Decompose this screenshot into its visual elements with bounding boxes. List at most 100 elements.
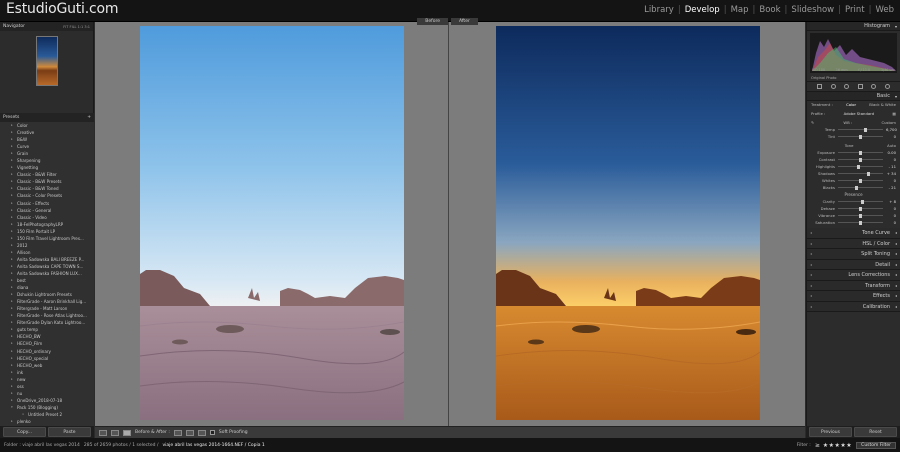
slider-track[interactable] <box>838 206 883 211</box>
module-web[interactable]: Web <box>871 5 898 15</box>
after-view[interactable]: After <box>451 18 805 426</box>
slider-value[interactable]: 0 <box>886 213 896 218</box>
navigator-thumbnail[interactable] <box>35 36 58 86</box>
histogram-header[interactable]: Histogram <box>807 22 900 31</box>
add-preset-icon[interactable]: + <box>87 115 91 120</box>
preset-folder[interactable]: Pack 150 (Blogging) <box>0 404 94 411</box>
slider-value[interactable]: + 8 <box>886 199 896 204</box>
slider-value[interactable]: 0 <box>886 134 896 139</box>
panel-split-toning[interactable]: Split Toning <box>807 249 900 260</box>
preset-folder[interactable]: Anita Sadowska FASHION LUX... <box>0 270 94 277</box>
histogram[interactable]: ISO 100 16 mm f / 11.0 1/40 sec <box>810 33 897 73</box>
current-filename[interactable]: viaje abril las vegas 2014-1664.NEF / Co… <box>162 443 264 448</box>
preset-folder[interactable]: Dshukin Lightroom Presets <box>0 291 94 298</box>
loupe-view-icon[interactable] <box>99 429 107 436</box>
before-view[interactable]: Before <box>95 18 449 426</box>
preset-folder[interactable]: FilterGrade - Aaron Brinkhall Lig... <box>0 298 94 305</box>
slider-handle[interactable] <box>866 171 870 176</box>
preset-folder[interactable]: Classic - B&W Filter <box>0 171 94 178</box>
preset-folder[interactable]: 18-FelPhotographyLRP <box>0 221 94 228</box>
module-map[interactable]: Map <box>727 5 753 15</box>
slider-track[interactable] <box>838 157 883 162</box>
slider-track[interactable] <box>838 220 883 225</box>
slider-track[interactable] <box>838 127 883 132</box>
preset-folder[interactable]: HECHO_special <box>0 355 94 362</box>
slider-value[interactable]: - 11 <box>886 164 896 169</box>
swap-before-after-icon[interactable] <box>173 429 182 436</box>
slider-handle[interactable] <box>860 199 864 204</box>
module-develop[interactable]: Develop <box>681 5 724 15</box>
panel-calibration[interactable]: Calibration <box>807 301 900 312</box>
preset-folder[interactable]: HECHO_web <box>0 362 94 369</box>
module-book[interactable]: Book <box>755 5 784 15</box>
preset-folder[interactable]: Classic - Effects <box>0 200 94 207</box>
preset-folder[interactable]: Curve <box>0 143 94 150</box>
slider-track[interactable] <box>838 185 883 190</box>
slider-track[interactable] <box>838 164 883 169</box>
preset-folder[interactable]: Anita Sadowska BALI BREEZE P... <box>0 256 94 263</box>
module-slideshow[interactable]: Slideshow <box>787 5 838 15</box>
preset-folder[interactable]: ink <box>0 369 94 376</box>
preset-folder[interactable]: best <box>0 277 94 284</box>
radial-filter-icon[interactable] <box>871 84 877 89</box>
panel-tone-curve[interactable]: Tone Curve <box>807 228 900 239</box>
slider-handle[interactable] <box>854 185 858 190</box>
slider-track[interactable] <box>838 134 883 139</box>
slider-value[interactable]: - 21 <box>886 185 896 190</box>
graduated-filter-icon[interactable] <box>857 84 863 89</box>
preset-folder[interactable]: HECHO_ordinary <box>0 348 94 355</box>
preset-folder[interactable]: Vignetting <box>0 164 94 171</box>
panel-hsl-color[interactable]: HSL / Color <box>807 238 900 249</box>
slider-value[interactable]: + 34 <box>886 171 896 176</box>
preset-folder[interactable]: Filtergrade - Matt Larson <box>0 305 94 312</box>
panel-transform[interactable]: Transform <box>807 280 900 291</box>
preset-folder[interactable]: Color <box>0 122 94 129</box>
preset-folder[interactable]: nu <box>0 390 94 397</box>
preset-folder[interactable]: HECHO_Film <box>0 340 94 347</box>
preset-folder[interactable]: Classic - General <box>0 207 94 214</box>
slider-value[interactable]: 0 <box>886 178 896 183</box>
soft-proofing-checkbox[interactable] <box>209 430 215 435</box>
preset-folder[interactable]: 150 Film Portait LP <box>0 228 94 235</box>
wb-value[interactable]: Custom <box>881 120 896 125</box>
slider-value[interactable]: 0.00 <box>886 150 896 155</box>
preset-folder[interactable]: new <box>0 376 94 383</box>
presets-header[interactable]: Presets + <box>0 113 94 122</box>
basic-header[interactable]: Basic <box>807 92 900 101</box>
panel-effects[interactable]: Effects <box>807 291 900 302</box>
treatment-color[interactable]: Color <box>846 102 856 107</box>
slider-value[interactable]: 0 <box>886 206 896 211</box>
preset-item[interactable]: Untitled Preset 2 <box>0 411 94 418</box>
tone-auto-button[interactable]: Auto <box>887 143 896 148</box>
folder-source[interactable]: Folder : viaje abril las vegas 2014 <box>4 443 80 448</box>
copy-button[interactable]: Copy... <box>3 427 46 437</box>
navigator-zoom-options[interactable]: FIT FILL 1:1 3:1 <box>63 25 90 29</box>
preset-folder[interactable]: 2012 <box>0 242 94 249</box>
treatment-bw[interactable]: Black & White <box>869 102 896 107</box>
paste-button[interactable]: Paste <box>48 427 91 437</box>
reset-button[interactable]: Reset <box>854 427 897 437</box>
panel-detail[interactable]: Detail <box>807 259 900 270</box>
slider-track[interactable] <box>838 150 883 155</box>
preset-folder[interactable]: Sharpening <box>0 157 94 164</box>
slider-handle[interactable] <box>856 164 860 169</box>
slider-track[interactable] <box>838 178 883 183</box>
preset-folder[interactable]: Classic - B&W Presets <box>0 178 94 185</box>
module-print[interactable]: Print <box>841 5 869 15</box>
slider-value[interactable]: 6,700 <box>886 127 897 132</box>
module-library[interactable]: Library <box>640 5 678 15</box>
preset-folder[interactable]: Grain <box>0 150 94 157</box>
slider-track[interactable] <box>838 171 883 176</box>
preset-folder[interactable]: FilterGrade - Rose Atlas Lightroo... <box>0 312 94 319</box>
preset-folder[interactable]: plenko <box>0 418 94 425</box>
previous-button[interactable]: Previous <box>809 427 852 437</box>
preset-folder[interactable]: B&W <box>0 136 94 143</box>
slider-handle[interactable] <box>859 213 862 218</box>
slider-handle[interactable] <box>859 134 862 139</box>
spot-removal-icon[interactable] <box>830 84 836 89</box>
preset-folder[interactable]: diana <box>0 284 94 291</box>
preset-folder[interactable]: Anita Sadowska CAPE TOWN S... <box>0 263 94 270</box>
before-after-mode[interactable]: Before & After : <box>135 430 170 435</box>
preset-folder[interactable]: guts temp <box>0 326 94 333</box>
wb-eyedropper-icon[interactable]: ✎ <box>811 120 814 125</box>
